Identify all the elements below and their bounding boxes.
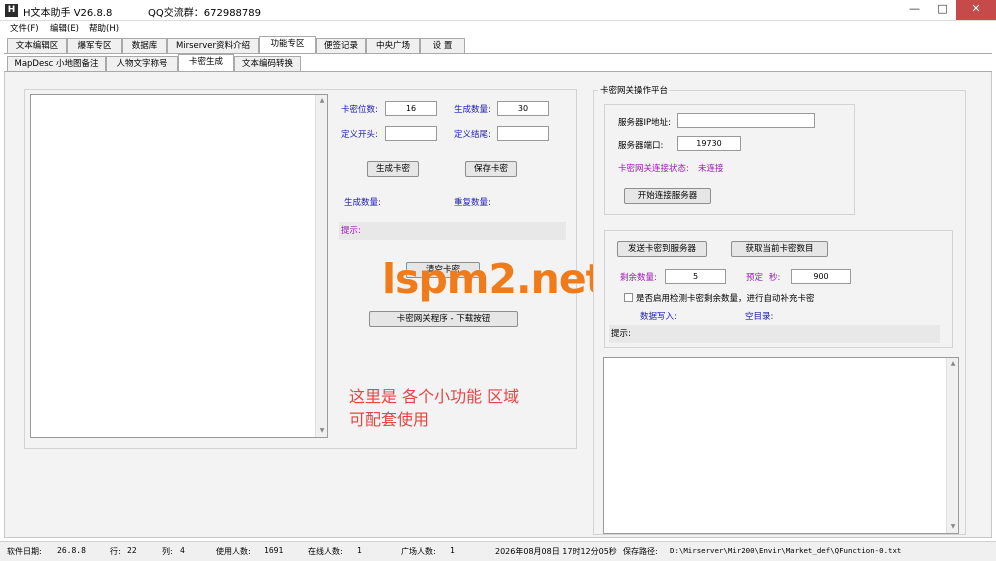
menu-edit[interactable]: 编辑(E) [50, 22, 79, 34]
tab-explosion[interactable]: 爆军专区 [67, 38, 122, 54]
gateway-group-title: 卡密网关操作平台 [598, 84, 671, 96]
annotation-line-2: 可配套使用 [349, 410, 430, 429]
col-value: 4 [180, 546, 185, 555]
tab-notes[interactable]: 便签记录 [316, 38, 366, 54]
scroll-down-icon[interactable]: ▼ [316, 427, 328, 434]
tab-encoding-convert[interactable]: 文本编码转换 [234, 56, 301, 72]
tab-text-edit[interactable]: 文本编辑区 [7, 38, 67, 54]
software-date-value: 26.8.8 [57, 546, 86, 555]
server-ip-input[interactable] [677, 113, 815, 128]
generate-card-button[interactable]: 生成卡密 [367, 161, 419, 177]
online-value: 1 [357, 546, 362, 555]
software-date-label: 软件日期: [7, 547, 42, 556]
row-value: 22 [127, 546, 137, 555]
window-title: H文本助手 V26.8.8 [23, 8, 113, 19]
tab-settings[interactable]: 设 置 [420, 38, 465, 54]
menu-file[interactable]: 文件(F) [10, 22, 39, 34]
menu-help[interactable]: 帮助(H) [89, 22, 119, 34]
count-label: 生成数量: [454, 105, 491, 115]
remaining-label: 剩余数量: [620, 273, 657, 283]
server-ip-label: 服务器IP地址: [618, 118, 671, 128]
online-label: 在线人数: [308, 547, 343, 556]
auto-refill-label: 是否启用检测卡密剩余数量，进行自动补充卡密 [636, 294, 815, 304]
generated-count-label: 生成数量: [344, 198, 381, 208]
save-card-button[interactable]: 保存卡密 [465, 161, 517, 177]
gateway-hint: 提示: [609, 325, 940, 343]
qq-group-text: QQ交流群：672988789 [148, 8, 262, 19]
log-scroll-up-icon[interactable]: ▲ [947, 360, 959, 367]
tab-central-plaza[interactable]: 中央广场 [366, 38, 420, 54]
users-label: 使用人数: [216, 547, 251, 556]
tab-mirserver-info[interactable]: Mirserver资料介绍 [167, 38, 259, 54]
save-path-label: 保存路径: [623, 547, 658, 556]
log-scroll-down-icon[interactable]: ▼ [947, 523, 959, 530]
close-button[interactable]: ✕ [956, 0, 996, 20]
count-input[interactable]: 30 [497, 101, 549, 116]
connection-status-value: 未连接 [698, 164, 724, 174]
app-icon: H [5, 4, 18, 17]
digits-input[interactable]: 16 [385, 101, 437, 116]
maximize-button[interactable]: □ [929, 0, 956, 20]
tab-character-title[interactable]: 人物文字称号 [106, 56, 178, 72]
tab-row-divider [4, 53, 992, 54]
tab-mapdesc[interactable]: MapDesc 小地图备注 [7, 56, 106, 72]
tab-database[interactable]: 数据库 [122, 38, 167, 54]
preset-label: 预定 [746, 273, 764, 283]
watermark-text: lspm2.net [382, 255, 605, 303]
col-label: 列: [162, 547, 173, 556]
textarea-scrollbar[interactable]: ▲ ▼ [315, 95, 327, 437]
card-gen-hint: 提示: [339, 222, 566, 240]
send-cards-button[interactable]: 发送卡密到服务器 [617, 241, 707, 257]
fetch-count-button[interactable]: 获取当前卡密数目 [731, 241, 828, 257]
plaza-value: 1 [450, 546, 455, 555]
auto-refill-checkbox[interactable] [624, 293, 633, 302]
save-path-value: D:\Mirserver\Mir200\Envir\Market_def\QFu… [670, 546, 902, 555]
datetime-text: 2026年08月08日 17时12分05秒 [495, 547, 617, 556]
log-scrollbar[interactable]: ▲ ▼ [946, 358, 958, 533]
gateway-log-textarea[interactable]: ▲ ▼ [603, 357, 959, 534]
plaza-label: 广场人数: [401, 547, 436, 556]
annotation-line-1: 这里是 各个小功能 区域 [349, 387, 520, 406]
connect-server-button[interactable]: 开始连接服务器 [624, 188, 711, 204]
suffix-label: 定义结尾: [454, 130, 491, 140]
tab-features[interactable]: 功能专区 [259, 36, 316, 54]
download-gateway-button[interactable]: 卡密网关程序 - 下载按钮 [369, 311, 518, 327]
empty-dir-label: 空目录: [745, 312, 774, 322]
tab-card-generate[interactable]: 卡密生成 [178, 54, 234, 72]
seconds-label: 秒: [769, 273, 781, 283]
users-value: 1691 [264, 546, 284, 555]
seconds-input[interactable]: 900 [791, 269, 851, 284]
minimize-button[interactable]: — [901, 0, 928, 20]
suffix-input[interactable] [497, 126, 549, 141]
card-output-textarea[interactable]: ▲ ▼ [30, 94, 328, 438]
status-bar: 软件日期: 26.8.8 行: 22 列: 4 使用人数: 1691 在线人数:… [0, 541, 996, 561]
prefix-label: 定义开头: [341, 130, 378, 140]
prefix-input[interactable] [385, 126, 437, 141]
menu-bar: 文件(F) 编辑(E) 帮助(H) [0, 22, 996, 36]
duplicate-count-label: 重复数量: [454, 198, 491, 208]
digits-label: 卡密位数: [341, 105, 378, 115]
scroll-up-icon[interactable]: ▲ [316, 97, 328, 104]
connection-status-label: 卡密网关连接状态: [618, 164, 689, 174]
remaining-input[interactable]: 5 [665, 269, 726, 284]
server-port-input[interactable]: 19730 [677, 136, 741, 151]
data-write-label: 数据写入: [640, 312, 677, 322]
title-bar: H H文本助手 V26.8.8 QQ交流群：672988789 — □ ✕ [0, 0, 996, 21]
row-label: 行: [110, 547, 121, 556]
server-port-label: 服务器端口: [618, 141, 664, 151]
